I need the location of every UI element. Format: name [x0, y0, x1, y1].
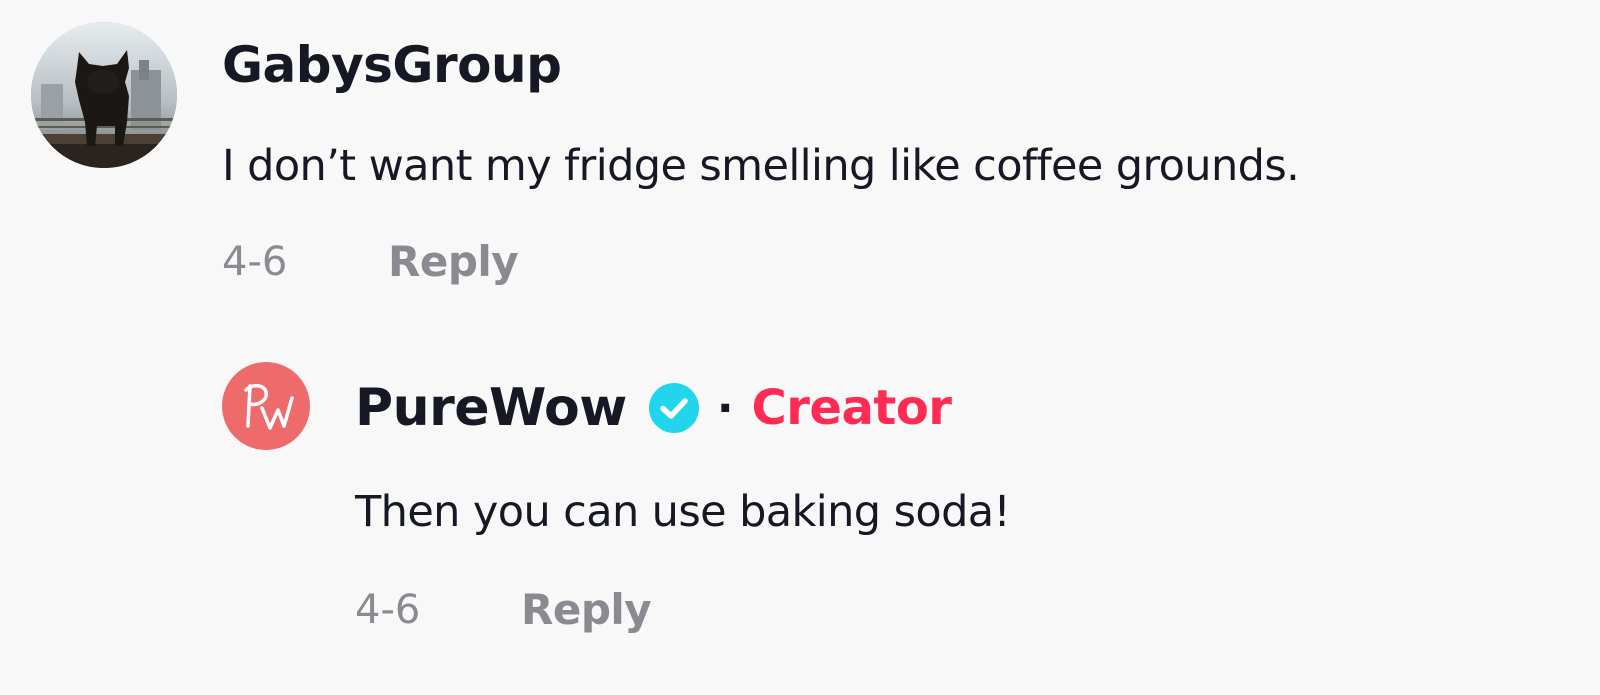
reply-header: PureWow · Creator: [355, 373, 952, 443]
avatar[interactable]: [31, 22, 177, 168]
comment-thread: GabysGroup I don’t want my fridge smelli…: [0, 0, 1600, 695]
purewow-logo: [244, 384, 294, 430]
comment-username[interactable]: GabysGroup: [222, 34, 562, 96]
reply-button[interactable]: Reply: [388, 236, 519, 288]
comment-date: 4-6: [222, 239, 288, 285]
reply-text: Then you can use baking soda!: [355, 487, 1011, 537]
creator-badge: Creator: [751, 380, 952, 436]
reply-date: 4-6: [355, 587, 421, 633]
reply-username[interactable]: PureWow: [355, 377, 627, 439]
separator-dot: ·: [716, 382, 734, 434]
comment-text: I don’t want my fridge smelling like cof…: [222, 141, 1300, 191]
reply-button[interactable]: Reply: [521, 584, 652, 636]
verified-check-icon: [648, 383, 699, 433]
french-bulldog-photo: [31, 22, 177, 168]
reply-avatar[interactable]: [222, 362, 310, 450]
